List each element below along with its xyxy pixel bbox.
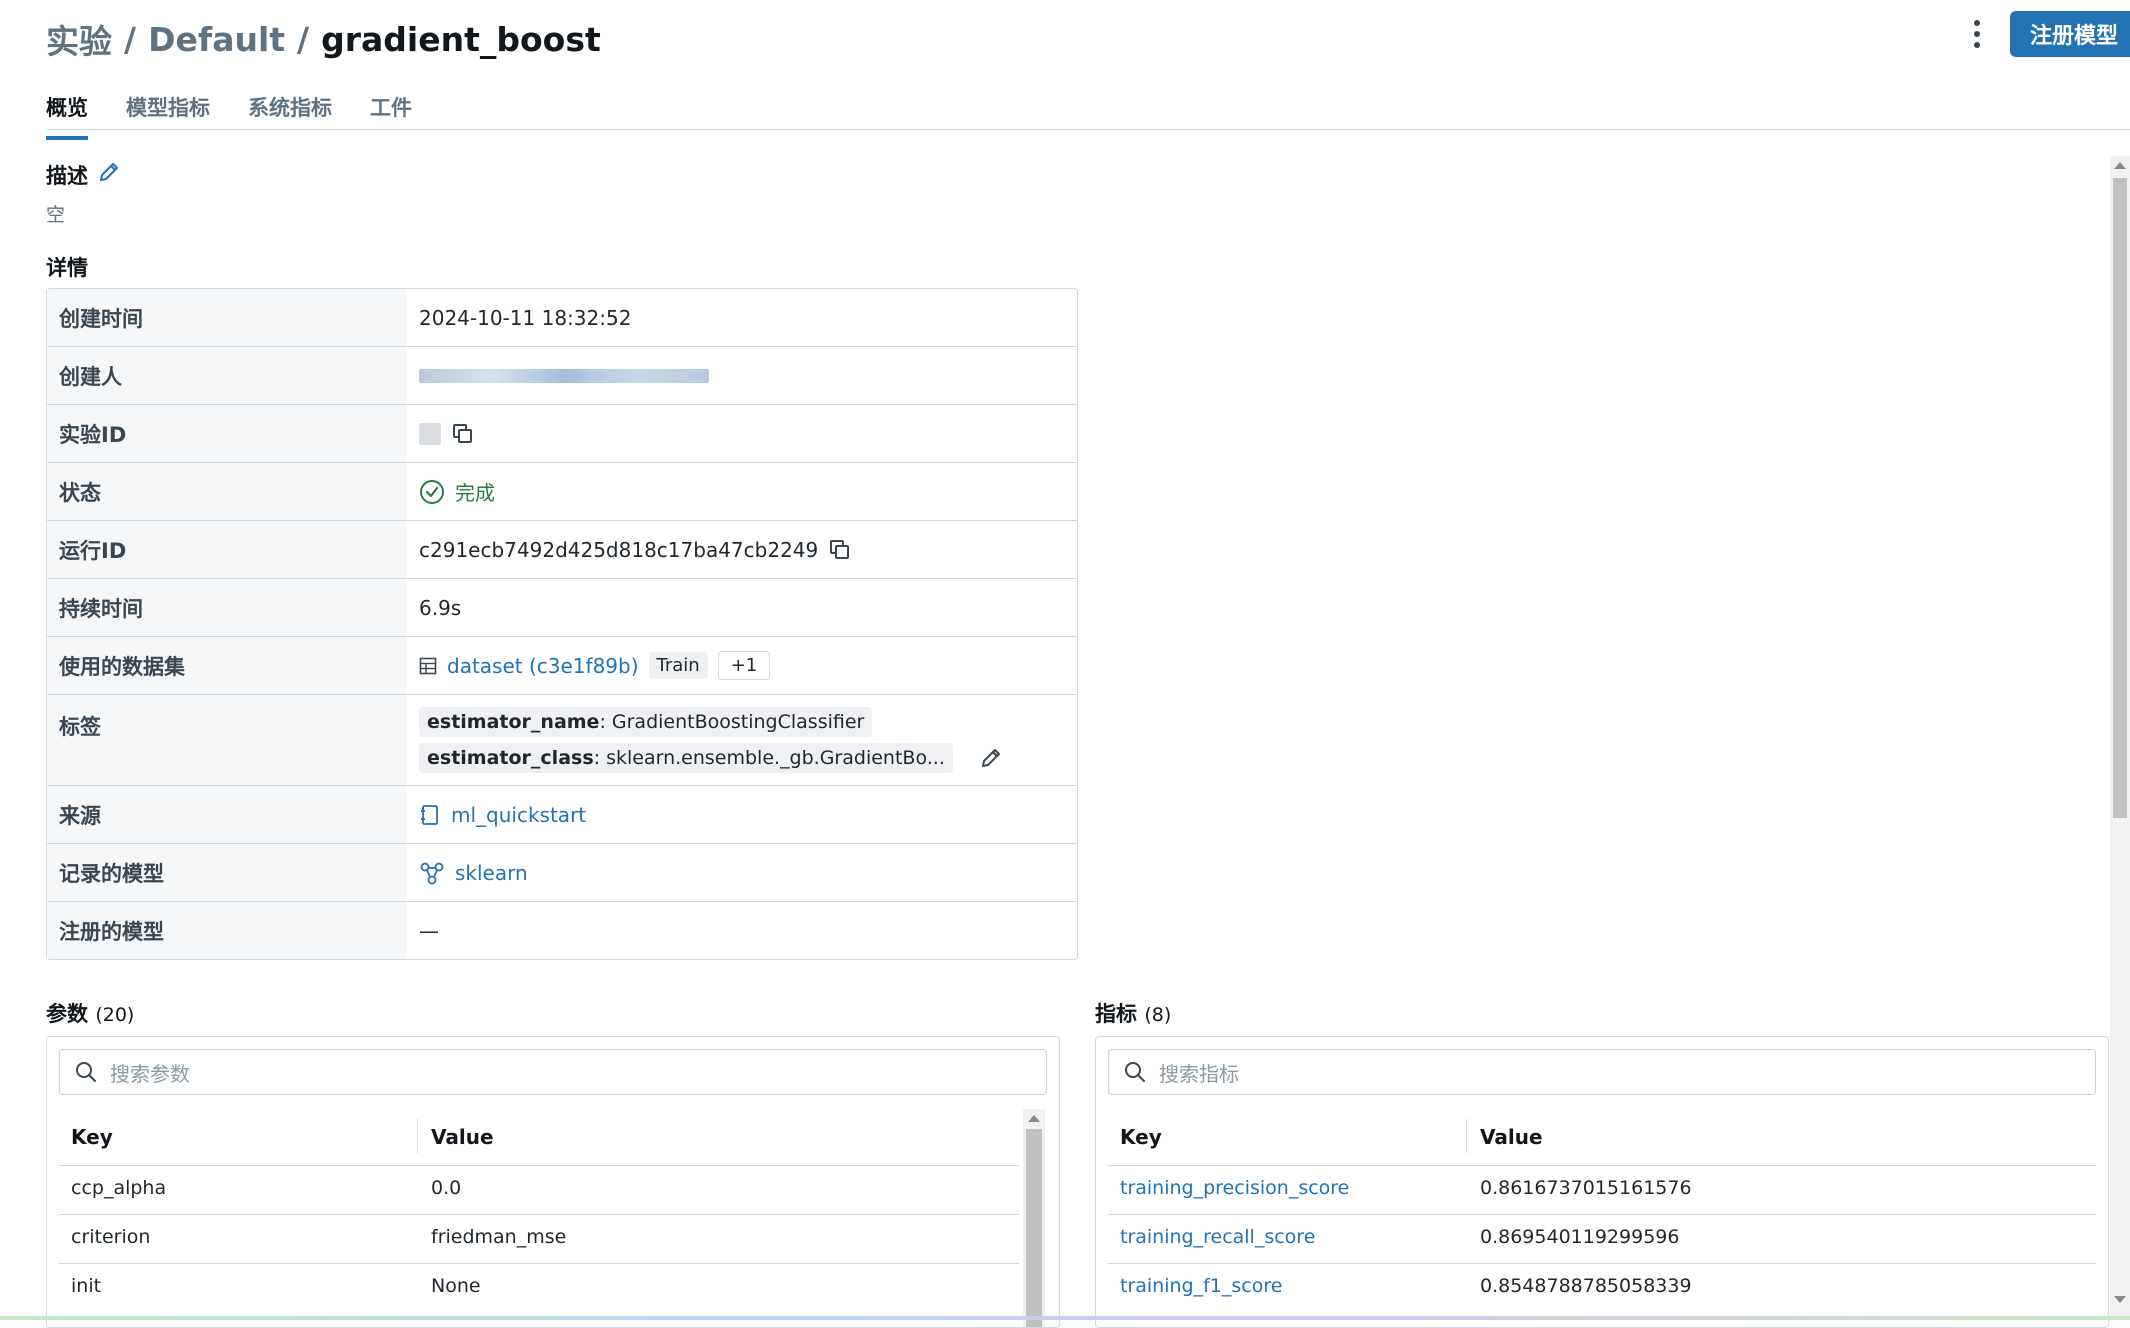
more-options-icon[interactable] [1960,14,1994,54]
tab-artifacts[interactable]: 工件 [370,92,412,140]
experiment-id-redacted [419,422,441,445]
search-icon [1125,1062,1145,1082]
details-table: 创建时间 2024-10-11 18:32:52 创建人 实验ID 状态 完成 … [46,288,1078,960]
details-row-run-id: 运行ID c291ecb7492d425d818c17ba47cb2249 [47,520,1077,578]
param-key: criterion [71,1226,151,1248]
params-panel: 搜索参数 Key Value ccp_alpha 0.0 criterion f… [46,1036,1060,1328]
params-col-value: Value [431,1125,494,1149]
details-row-creator: 创建人 [47,346,1077,404]
param-key: init [71,1275,102,1297]
details-label: 创建时间 [47,289,407,346]
params-title: 参数 (20) [46,1002,135,1026]
metric-key-link[interactable]: training_precision_score [1120,1177,1349,1199]
edit-tags-icon[interactable] [979,746,1003,770]
creator-value-redacted [419,368,709,383]
notebook-icon [421,804,438,825]
details-label: 标签 [47,695,407,785]
tag-estimator-class[interactable]: estimator_class: sklearn.ensemble._gb.Gr… [419,743,953,773]
tab-system-metrics[interactable]: 系统指标 [248,92,332,140]
details-label: 持续时间 [47,579,407,636]
duration-value: 6.9s [419,595,462,620]
param-key: ccp_alpha [71,1177,167,1199]
details-label: 记录的模型 [47,844,407,901]
param-value: 0.0 [431,1177,462,1199]
tab-model-metrics[interactable]: 模型指标 [126,92,210,140]
details-label: 创建人 [47,347,407,404]
details-label: 运行ID [47,521,407,578]
details-row-source: 来源 ml_quickstart [47,785,1077,843]
status-badge: 完成 [455,481,495,505]
page-title: gradient_boost [321,19,601,59]
metrics-panel: 搜索指标 Key Value training_precision_score … [1095,1036,2109,1328]
source-link[interactable]: ml_quickstart [451,803,586,827]
metrics-search-placeholder: 搜索指标 [1159,1061,1239,1086]
check-circle-icon [420,479,444,504]
window-bottom-edge [0,1316,2130,1320]
metrics-title: 指标 (8) [1095,1002,1172,1026]
edit-description-icon[interactable] [97,160,121,184]
details-label: 注册的模型 [47,902,407,959]
search-icon [76,1062,96,1082]
metric-value: 0.8548788785058339 [1480,1275,1692,1297]
details-label: 来源 [47,786,407,843]
registered-models-value: — [419,918,439,943]
details-label: 实验ID [47,405,407,462]
metrics-col-value: Value [1480,1125,1543,1149]
metric-key-link[interactable]: training_recall_score [1120,1226,1315,1248]
breadcrumb: 实验 / Default / gradient_boost [46,14,601,64]
copy-icon[interactable] [451,422,475,446]
register-model-button[interactable]: 注册模型 [2010,11,2130,57]
details-label: 状态 [47,463,407,520]
logged-model-link[interactable]: sklearn [455,861,528,885]
details-row-registered-models: 注册的模型 — [47,901,1077,959]
metric-value: 0.869540119299596 [1480,1226,1680,1248]
tab-overview[interactable]: 概览 [46,92,88,140]
params-search-input[interactable]: 搜索参数 [59,1049,1047,1095]
details-row-datasets: 使用的数据集 dataset (c3e1f89b) Train +1 [47,636,1077,694]
details-row-status: 状态 完成 [47,462,1077,520]
more-datasets-button[interactable]: +1 [717,651,771,680]
page-scrollbar[interactable] [2110,156,2130,1316]
created-time-value: 2024-10-11 18:32:52 [419,305,632,330]
table-icon [419,657,437,674]
model-icon [420,862,444,884]
details-row-experiment-id: 实验ID [47,404,1077,462]
details-label: 使用的数据集 [47,637,407,694]
params-scrollbar[interactable] [1023,1109,1045,1327]
params-search-placeholder: 搜索参数 [110,1061,190,1086]
description-title: 描述 [46,164,88,188]
breadcrumb-experiments-link[interactable]: 实验 [46,15,112,63]
param-value: friedman_mse [431,1226,567,1248]
run-id-value: c291ecb7492d425d818c17ba47cb2249 [419,537,819,562]
tab-bar: 概览 模型指标 系统指标 工件 [46,92,412,140]
param-value: None [431,1275,481,1297]
params-col-key: Key [71,1125,113,1149]
metric-key-link[interactable]: training_f1_score [1120,1275,1282,1297]
details-row-logged-models: 记录的模型 sklearn [47,843,1077,901]
details-row-duration: 持续时间 6.9s [47,578,1077,636]
details-row-created: 创建时间 2024-10-11 18:32:52 [47,289,1077,346]
details-title: 详情 [46,256,88,280]
breadcrumb-experiment-link[interactable]: Default [148,20,285,59]
copy-icon[interactable] [828,538,852,562]
tag-estimator-name[interactable]: estimator_name: GradientBoostingClassifi… [419,707,873,737]
metrics-col-key: Key [1120,1125,1162,1149]
details-row-tags: 标签 estimator_name: GradientBoostingClass… [47,694,1077,785]
tab-divider [46,129,2130,130]
breadcrumb-separator: / [297,19,310,59]
dataset-link[interactable]: dataset (c3e1f89b) [447,654,639,678]
metrics-search-input[interactable]: 搜索指标 [1108,1049,2096,1095]
breadcrumb-separator: / [124,19,137,59]
metric-value: 0.8616737015161576 [1480,1177,1692,1199]
dataset-context-tag: Train [648,652,708,679]
description-text: 空 [46,204,66,226]
